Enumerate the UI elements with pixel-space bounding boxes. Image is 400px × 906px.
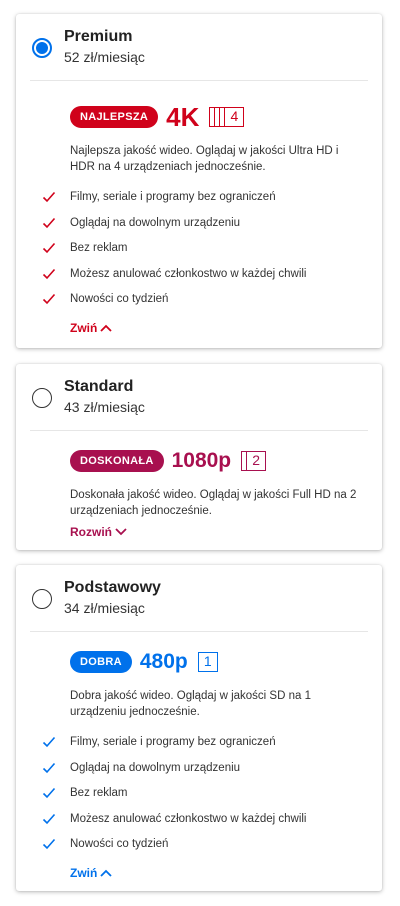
check-icon [42,268,56,279]
quality-badge: NAJLEPSZA [70,106,159,128]
list-item: Bez reklam [42,240,368,266]
collapse-button[interactable]: Zwiń [70,866,112,880]
plan-description: Doskonała jakość wideo. Oglądaj w jakośc… [70,489,357,517]
plan-header[interactable]: Podstawowy 34 zł/miesiąc [30,565,368,632]
feature-list: Filmy, seriale i programy bez ograniczeń… [42,189,368,317]
check-icon [42,191,56,203]
quality-row: NAJLEPSZA 4K 4 [70,97,368,137]
resolution-label: 480p [139,650,188,673]
check-icon [42,813,56,824]
quality-row: DOBRA 480p 1 [70,642,368,682]
plan-description: Dobra jakość wideo. Oglądaj w jakości SD… [70,690,311,718]
resolution-label: 1080p [171,449,232,472]
list-item: Możesz anulować członkostwo w każdej chw… [42,811,368,837]
list-item: Oglądaj na dowolnym urządzeniu [42,760,368,786]
screens-icon: 4 [209,107,245,127]
chevron-up-icon [100,324,112,332]
plan-header[interactable]: Premium 52 zł/miesiąc [30,14,368,81]
list-item: Oglądaj na dowolnym urządzeniu [42,215,368,241]
check-icon [42,787,56,799]
feature-list: Filmy, seriale i programy bez ograniczeń… [42,734,368,862]
list-item: Filmy, seriale i programy bez ograniczeń [42,734,368,760]
plan-header[interactable]: Standard 43 zł/miesiąc [30,364,368,431]
list-item: Nowości co tydzień [42,836,368,862]
chevron-up-icon [100,869,112,877]
plan-name: Premium [64,28,133,45]
expand-button[interactable]: Rozwiń [70,525,127,539]
resolution-label: 4K [166,101,200,132]
quality-badge: DOSKONAŁA [70,450,164,472]
list-item: Bez reklam [42,785,368,811]
collapse-button[interactable]: Zwiń [70,321,112,335]
plan-name: Standard [64,378,134,395]
screens-icon: 2 [241,451,267,471]
chevron-down-icon [115,528,127,536]
plan-name: Podstawowy [64,579,161,596]
screen-count: 4 [224,107,245,127]
plan-card-premium[interactable]: Premium 52 zł/miesiąc NAJLEPSZA 4K 4 Naj… [16,14,382,348]
check-icon [42,736,56,748]
screens-icon: 1 [197,652,218,672]
plan-price: 34 zł/miesiąc [64,600,145,616]
screen-count: 1 [197,652,218,672]
check-icon [42,242,56,254]
plan-price: 43 zł/miesiąc [64,399,145,415]
plan-card-standard[interactable]: Standard 43 zł/miesiąc DOSKONAŁA 1080p 2… [16,364,382,550]
check-icon [42,762,56,773]
plan-radio-standard[interactable] [32,388,52,408]
list-item: Możesz anulować członkostwo w każdej chw… [42,266,368,292]
list-item: Filmy, seriale i programy bez ograniczeń [42,189,368,215]
plan-radio-premium[interactable] [32,38,52,58]
plan-price: 52 zł/miesiąc [64,49,145,65]
check-icon [42,217,56,228]
plan-description: Najlepsza jakość wideo. Oglądaj w jakośc… [70,145,339,173]
plan-card-basic[interactable]: Podstawowy 34 zł/miesiąc DOBRA 480p 1 Do… [16,565,382,891]
check-icon [42,838,56,850]
plan-radio-basic[interactable] [32,589,52,609]
quality-row: DOSKONAŁA 1080p 2 [70,441,368,481]
check-icon [42,293,56,305]
quality-badge: DOBRA [70,651,132,673]
screen-count: 2 [246,451,267,471]
list-item: Nowości co tydzień [42,291,368,317]
